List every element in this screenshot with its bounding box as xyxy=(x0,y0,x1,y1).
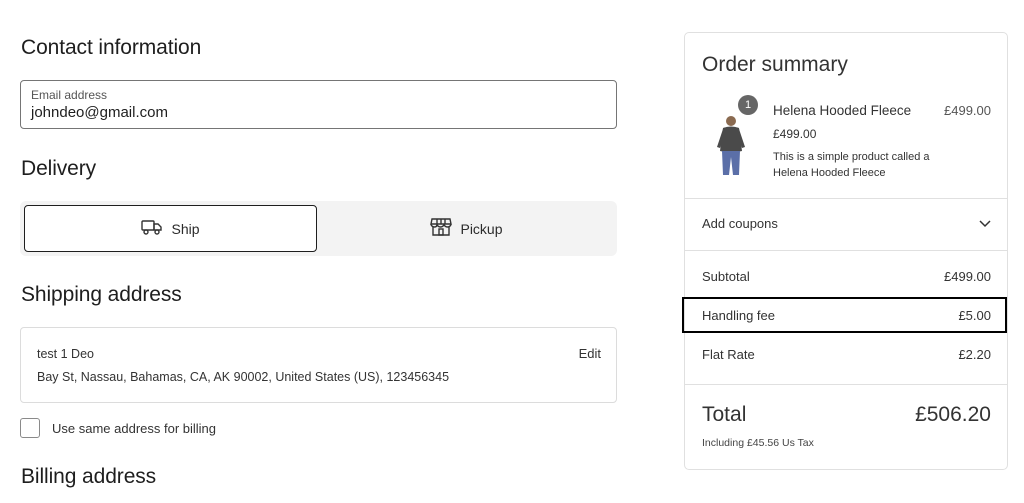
flat-rate-label: Flat Rate xyxy=(702,347,755,362)
product-price: £499.00 xyxy=(773,127,817,141)
product-line-total: £499.00 xyxy=(944,103,991,118)
total-value: £506.20 xyxy=(915,403,991,426)
ship-option-button[interactable]: Ship xyxy=(24,205,317,252)
same-billing-label[interactable]: Use same address for billing xyxy=(52,421,216,436)
subtotal-label: Subtotal xyxy=(702,269,750,284)
pickup-option-button[interactable]: Pickup xyxy=(320,205,613,252)
order-summary-title: Order summary xyxy=(702,53,848,76)
chevron-down-icon xyxy=(979,216,991,231)
ship-option-label: Ship xyxy=(171,220,200,237)
billing-address-heading: Billing address xyxy=(21,465,157,488)
same-billing-row[interactable]: Use same address for billing xyxy=(20,418,216,438)
order-summary-panel: Order summary Helena Hooded Fleece £499.… xyxy=(684,32,1008,470)
shipping-address-card: test 1 Deo Bay St, Nassau, Bahamas, CA, … xyxy=(20,327,617,403)
flat-rate-row: Flat Rate £2.20 xyxy=(702,347,991,362)
email-field[interactable]: Email address johndeo@gmail.com xyxy=(20,80,617,129)
subtotal-value: £499.00 xyxy=(944,269,991,284)
product-name: Helena Hooded Fleece xyxy=(773,103,912,118)
truck-icon xyxy=(141,219,163,238)
product-description: This is a simple product called a Helena… xyxy=(773,151,930,179)
quantity-badge: 1 xyxy=(738,95,758,115)
tax-note: Including £45.56 Us Tax xyxy=(702,437,814,449)
delivery-heading: Delivery xyxy=(21,157,97,180)
total-label: Total xyxy=(702,403,747,426)
add-coupons-label: Add coupons xyxy=(702,216,778,231)
pickup-option-label: Pickup xyxy=(460,220,503,237)
delivery-method-toggle: Ship Pickup xyxy=(20,201,617,256)
edit-address-button[interactable]: Edit xyxy=(579,346,601,361)
email-value[interactable]: johndeo@gmail.com xyxy=(31,104,168,121)
divider xyxy=(685,384,1007,385)
store-icon xyxy=(430,218,453,239)
handling-fee-highlight xyxy=(682,297,1007,333)
contact-heading: Contact information xyxy=(21,36,202,59)
divider xyxy=(685,250,1007,251)
shipping-address-heading: Shipping address xyxy=(21,283,182,306)
add-coupons-toggle[interactable]: Add coupons xyxy=(702,216,991,231)
product-image xyxy=(717,116,745,175)
shipping-name: test 1 Deo xyxy=(37,347,94,361)
subtotal-row: Subtotal £499.00 xyxy=(702,269,991,284)
shipping-address-line: Bay St, Nassau, Bahamas, CA, AK 90002, U… xyxy=(37,370,450,384)
email-label: Email address xyxy=(31,88,108,102)
divider xyxy=(685,198,1007,199)
same-billing-checkbox[interactable] xyxy=(20,418,40,438)
flat-rate-value: £2.20 xyxy=(958,347,991,362)
